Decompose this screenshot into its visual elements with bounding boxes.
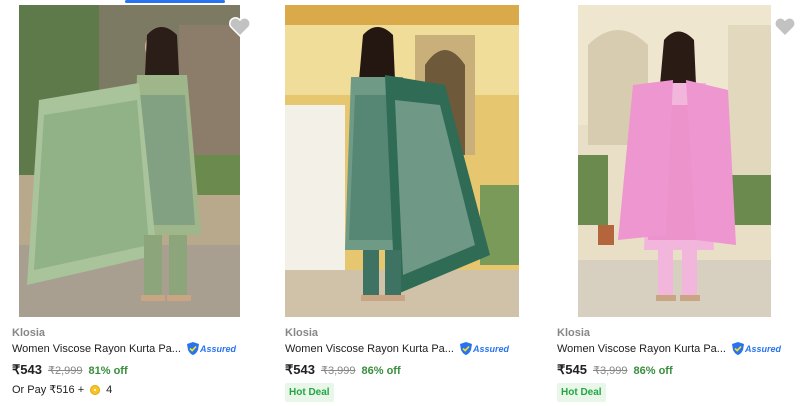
title-row[interactable]: Women Viscose Rayon Kurta Pa... Assured [12, 342, 236, 355]
discount-percent: 86% off [633, 365, 673, 377]
product-title[interactable]: Women Viscose Rayon Kurta Pa... [285, 343, 454, 355]
product-title[interactable]: Women Viscose Rayon Kurta Pa... [557, 343, 726, 355]
shield-icon [731, 342, 744, 355]
price-row: ₹543 ₹3,999 86% off [285, 362, 401, 378]
discount-percent: 81% off [88, 365, 128, 377]
price-row: ₹545 ₹3,999 86% off [557, 362, 673, 378]
discount-percent: 86% off [361, 365, 401, 377]
product-card[interactable]: Klosia Women Viscose Rayon Kurta Pa... A… [0, 0, 260, 406]
assured-badge: Assured [186, 342, 236, 355]
pay-text: Or Pay ₹516 + [12, 384, 85, 396]
brand-name: Klosia [285, 327, 319, 339]
mrp-price: ₹3,999 [592, 365, 628, 377]
assured-badge: Assured [731, 342, 781, 355]
product-card[interactable]: Klosia Women Viscose Rayon Kurta Pa... A… [272, 0, 532, 406]
kurta-set-pink-floral-image[interactable] [578, 5, 771, 317]
kurta-set-green-ikat-image[interactable] [19, 5, 240, 317]
hot-deal-badge: Hot Deal [557, 383, 606, 402]
supercoin-icon [90, 384, 101, 395]
shield-icon [459, 342, 472, 355]
assured-badge: Assured [459, 342, 509, 355]
brand-name: Klosia [557, 327, 591, 339]
coin-pay-row: Or Pay ₹516 + 4 [12, 383, 113, 397]
product-title[interactable]: Women Viscose Rayon Kurta Pa... [12, 343, 181, 355]
selling-price: ₹543 [12, 362, 42, 377]
selling-price: ₹543 [285, 362, 315, 377]
title-row[interactable]: Women Viscose Rayon Kurta Pa... Assured [285, 342, 509, 355]
product-card[interactable]: Klosia Women Viscose Rayon Kurta Pa... A… [545, 0, 803, 406]
coin-count: 4 [106, 383, 113, 396]
kurta-set-teal-print-image[interactable] [285, 5, 519, 317]
selling-price: ₹545 [557, 362, 587, 377]
title-row[interactable]: Women Viscose Rayon Kurta Pa... Assured [557, 342, 781, 355]
mrp-price: ₹2,999 [47, 365, 83, 377]
heart-icon[interactable] [228, 16, 252, 38]
hot-deal-badge: Hot Deal [285, 383, 334, 402]
mrp-price: ₹3,999 [320, 365, 356, 377]
price-row: ₹543 ₹2,999 81% off [12, 362, 128, 378]
brand-name: Klosia [12, 327, 46, 339]
heart-icon[interactable] [773, 16, 797, 38]
shield-icon [186, 342, 199, 355]
product-grid: Klosia Women Viscose Rayon Kurta Pa... A… [0, 0, 803, 406]
